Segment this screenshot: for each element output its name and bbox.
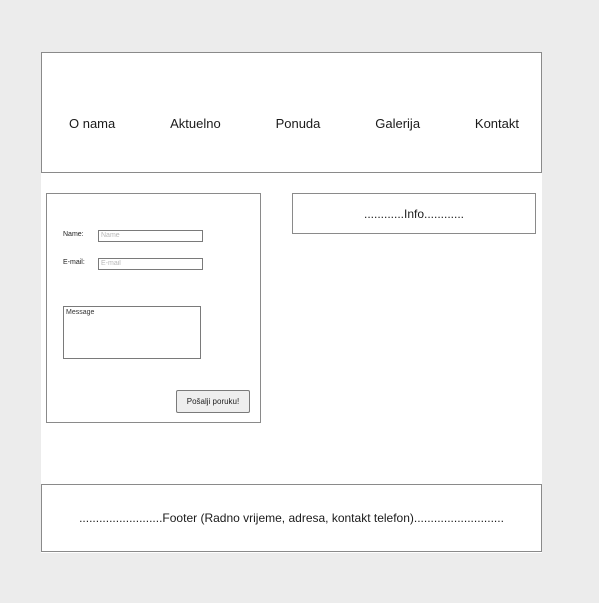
site-footer: .........................Footer (Radno v…	[41, 484, 542, 552]
page-wireframe: O nama Aktuelno Ponuda Galerija Kontakt …	[41, 52, 542, 553]
message-textarea[interactable]	[63, 306, 201, 359]
nav-item-kontakt[interactable]: Kontakt	[475, 116, 519, 131]
nav-item-ponuda[interactable]: Ponuda	[276, 116, 321, 131]
footer-text: .........................Footer (Radno v…	[79, 511, 504, 525]
email-label: E-mail:	[63, 259, 85, 266]
site-header: O nama Aktuelno Ponuda Galerija Kontakt	[41, 52, 542, 173]
info-box: ............Info............	[292, 193, 536, 234]
info-text: ............Info............	[363, 206, 465, 221]
contact-form: Name: E-mail: Pošalji poruku!	[46, 193, 261, 423]
nav-item-o-nama[interactable]: O nama	[69, 116, 115, 131]
email-input[interactable]	[98, 258, 203, 270]
nav-item-aktuelno[interactable]: Aktuelno	[170, 116, 221, 131]
main-navigation: O nama Aktuelno Ponuda Galerija Kontakt	[69, 116, 519, 131]
name-input[interactable]	[98, 230, 203, 242]
send-message-button[interactable]: Pošalji poruku!	[176, 390, 250, 413]
name-label: Name:	[63, 231, 84, 238]
nav-item-galerija[interactable]: Galerija	[375, 116, 420, 131]
